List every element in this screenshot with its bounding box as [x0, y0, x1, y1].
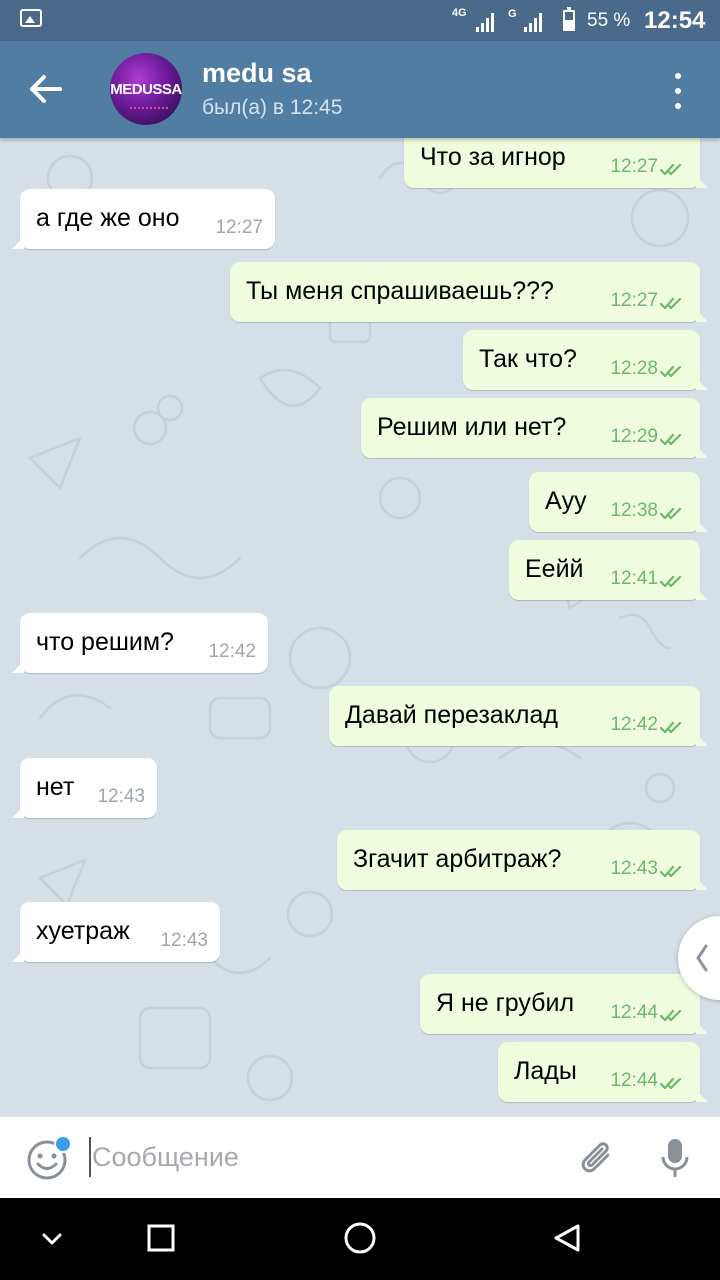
read-double-check-icon [659, 432, 688, 446]
new-stickers-badge [54, 1135, 72, 1153]
more-vert-icon[interactable] [668, 71, 688, 111]
outgoing-message-bubble[interactable]: Аyy 12:38 [529, 472, 708, 532]
avatar-logo-text: MEDUSSA [110, 81, 182, 98]
home-circle-icon[interactable] [340, 1218, 380, 1258]
status-time: 12:54 [644, 7, 706, 34]
message-text: нет [36, 773, 75, 801]
avatar[interactable]: MEDUSSA [110, 53, 182, 125]
outgoing-message-bubble[interactable]: Ты меня спрашиваешь??? 12:27 [230, 262, 708, 322]
message-time: 12:38 [610, 500, 658, 521]
message-time: 12:29 [610, 426, 658, 447]
incoming-message-bubble[interactable]: нет 12:43 [12, 758, 157, 818]
outgoing-message-bubble[interactable]: Я не грубил 12:44 [420, 974, 708, 1034]
message-text: Решим или нет? [377, 413, 567, 441]
incoming-message-bubble[interactable]: хуетраж 12:43 [12, 902, 220, 962]
incoming-message-bubble[interactable]: что решим? 12:42 [12, 613, 268, 673]
message-time: 12:43 [160, 930, 208, 951]
recents-square-icon[interactable] [141, 1218, 181, 1258]
attach-icon[interactable] [578, 1137, 618, 1181]
outgoing-message-bubble[interactable]: Давай перезаклад 12:42 [329, 686, 708, 746]
system-navigation-bar [0, 1198, 720, 1280]
message-text: Ты меня спрашиваешь??? [246, 277, 554, 305]
battery-icon [563, 7, 575, 31]
back-triangle-icon[interactable] [548, 1218, 588, 1258]
read-double-check-icon [659, 506, 688, 520]
message-text: Давай перезаклад [345, 701, 559, 729]
message-input[interactable] [92, 1137, 552, 1177]
network-type-g: G [508, 8, 517, 20]
message-time: 12:42 [610, 714, 658, 735]
read-double-check-icon [659, 574, 688, 588]
incoming-message-bubble[interactable]: а где же оно 12:27 [12, 189, 275, 249]
read-double-check-icon [659, 1008, 688, 1022]
chevron-down-icon[interactable] [32, 1218, 72, 1258]
message-time: 12:28 [610, 358, 658, 379]
status-bar: 4G G 55 % 12:54 [0, 0, 720, 41]
outgoing-message-bubble[interactable]: Згачит арбитраж? 12:43 [337, 830, 708, 890]
read-double-check-icon [659, 720, 688, 734]
message-time: 12:27 [610, 290, 658, 311]
message-time: 12:43 [610, 858, 658, 879]
read-double-check-icon [659, 162, 688, 176]
last-seen-status: был(а) в 12:45 [202, 96, 343, 119]
chat-title[interactable]: medu sa [202, 58, 312, 89]
message-text: Я не грубил [436, 989, 575, 1017]
read-double-check-icon [659, 364, 688, 378]
message-list[interactable]: Что за игнор 12:27 а где же оно 12:27 Ты мен… [0, 138, 720, 1116]
battery-percent: 55 % [587, 10, 631, 31]
network-type-4g: 4G [452, 7, 467, 19]
message-time: 12:43 [97, 786, 145, 807]
message-text: Лады [514, 1057, 577, 1085]
signal-icon [524, 12, 546, 32]
message-time: 12:42 [208, 641, 256, 662]
message-time: 12:44 [610, 1002, 658, 1023]
message-time: 12:41 [610, 568, 658, 589]
message-text: Еейй [525, 555, 584, 583]
back-arrow-icon[interactable] [22, 67, 70, 111]
chat-header: MEDUSSA medu sa был(а) в 12:45 [0, 41, 720, 138]
message-text: что решим? [36, 628, 174, 656]
mic-icon[interactable] [660, 1137, 690, 1181]
chevron-left-icon [696, 944, 708, 972]
scroll-to-bottom-button[interactable] [678, 916, 720, 1000]
signal-icon [476, 12, 498, 32]
outgoing-message-bubble[interactable]: Решим или нет? 12:29 [361, 398, 708, 458]
message-time: 12:27 [610, 156, 658, 177]
text-cursor [89, 1137, 91, 1177]
read-double-check-icon [659, 1076, 688, 1090]
message-text: а где же оно [36, 204, 180, 232]
message-time: 12:44 [610, 1070, 658, 1091]
outgoing-message-bubble[interactable]: Что за игнор 12:27 [404, 138, 708, 188]
message-text: Згачит арбитраж? [353, 845, 562, 873]
message-text: Так что? [479, 345, 577, 373]
message-text: Что за игнор [420, 143, 566, 171]
message-text: Аyy [545, 487, 587, 515]
read-double-check-icon [659, 296, 688, 310]
message-time: 12:27 [215, 217, 263, 238]
outgoing-message-bubble[interactable]: Еейй 12:41 [509, 540, 708, 600]
message-compose-bar [0, 1116, 720, 1199]
outgoing-message-bubble[interactable]: Так что? 12:28 [463, 330, 708, 390]
image-notification-icon [20, 9, 42, 27]
read-double-check-icon [659, 864, 688, 878]
outgoing-message-bubble[interactable]: Лады 12:44 [498, 1042, 708, 1102]
message-text: хуетраж [36, 917, 130, 945]
